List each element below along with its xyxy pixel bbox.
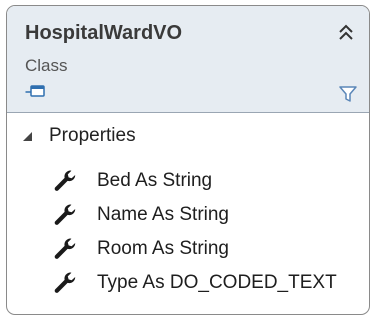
property-item[interactable]: Type As DO_CODED_TEXT bbox=[53, 266, 337, 300]
wrench-property-icon bbox=[54, 272, 76, 293]
property-label: Name As String bbox=[97, 204, 229, 225]
expanded-triangle-icon bbox=[23, 132, 32, 141]
properties-section-header[interactable]: Properties bbox=[21, 122, 136, 150]
filter-funnel-icon[interactable] bbox=[339, 86, 357, 102]
wrench-property-icon bbox=[54, 238, 76, 259]
class-shortcut-icon bbox=[25, 85, 45, 97]
properties-list: Bed As String Name As String Room As Str… bbox=[53, 164, 337, 300]
class-header: HospitalWardVO Class bbox=[7, 6, 369, 113]
class-stereotype: Class bbox=[25, 56, 68, 75]
property-label: Room As String bbox=[97, 238, 229, 259]
property-item[interactable]: Name As String bbox=[53, 198, 337, 232]
wrench-property-icon bbox=[54, 204, 76, 225]
property-label: Bed As String bbox=[97, 170, 213, 191]
double-chevron-up-icon[interactable] bbox=[335, 22, 357, 44]
wrench-property-icon bbox=[54, 170, 76, 191]
class-shape[interactable]: HospitalWardVO Class Properties Bed As S… bbox=[6, 5, 370, 315]
property-item[interactable]: Bed As String bbox=[53, 164, 337, 198]
properties-section-label: Properties bbox=[49, 125, 136, 146]
class-name: HospitalWardVO bbox=[25, 22, 183, 44]
property-item[interactable]: Room As String bbox=[53, 232, 337, 266]
property-label: Type As DO_CODED_TEXT bbox=[97, 272, 337, 293]
